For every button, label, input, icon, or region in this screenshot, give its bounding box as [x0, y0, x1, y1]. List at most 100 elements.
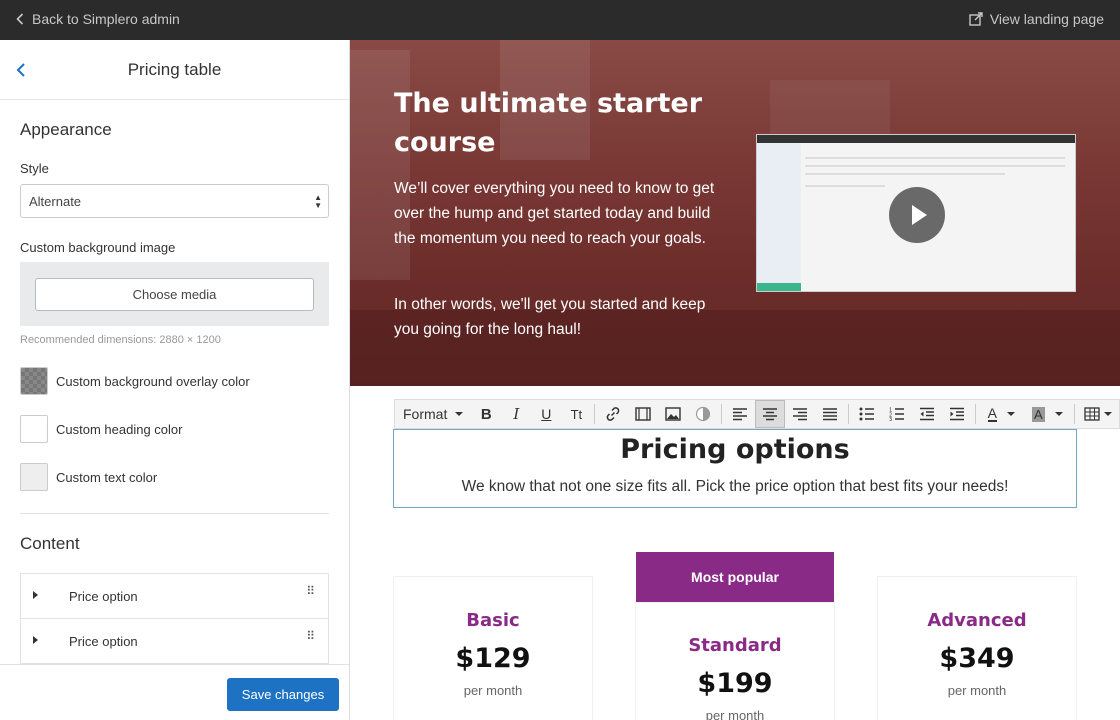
- highlight-color-icon[interactable]: A: [1023, 400, 1071, 428]
- numbered-list-icon[interactable]: 123: [882, 400, 912, 428]
- overlay-color-swatch[interactable]: [20, 367, 48, 395]
- heading-color-row: Custom heading color: [20, 415, 182, 443]
- list-item[interactable]: Price option ⠿: [21, 619, 328, 664]
- format-label: Format: [403, 406, 448, 422]
- format-dropdown[interactable]: Format: [395, 400, 471, 428]
- pricing-heading: Pricing options: [620, 434, 850, 465]
- outdent-icon[interactable]: [912, 400, 942, 428]
- price-option-label: Price option: [69, 634, 138, 649]
- drag-handle-icon[interactable]: ⠿: [306, 630, 315, 642]
- link-icon[interactable]: [598, 400, 628, 428]
- plan-price: $349: [939, 643, 1015, 674]
- overlay-color-label: Custom background overlay color: [56, 373, 250, 389]
- recommended-dimensions-hint: Recommended dimensions: 2880 × 1200: [20, 334, 221, 346]
- hero-title: The ultimate starter course: [394, 88, 703, 158]
- price-card-advanced: Advanced $349 per month: [878, 577, 1076, 720]
- heading-color-label: Custom heading color: [56, 421, 183, 437]
- text-color-row: Custom text color: [20, 463, 157, 491]
- chevron-left-icon: [16, 13, 24, 25]
- table-icon[interactable]: [1078, 400, 1118, 428]
- most-popular-badge: Most popular: [636, 552, 834, 603]
- contrast-icon[interactable]: [688, 400, 718, 428]
- drag-handle-icon[interactable]: ⠿: [306, 585, 315, 597]
- svg-text:3: 3: [889, 417, 892, 421]
- indent-icon[interactable]: [942, 400, 972, 428]
- background-image-label: Custom background image: [20, 240, 176, 255]
- align-left-icon[interactable]: [725, 400, 755, 428]
- back-to-admin-label: Back to Simplero admin: [32, 11, 180, 27]
- style-select-value: Alternate: [29, 194, 82, 209]
- underline-icon[interactable]: U: [531, 400, 561, 428]
- plan-period: per month: [705, 708, 765, 720]
- style-label: Style: [20, 161, 49, 176]
- plan-name: Basic: [466, 610, 520, 631]
- caret-down-icon: [1054, 412, 1063, 416]
- plan-price: $129: [455, 643, 531, 674]
- video-thumbnail-row: [805, 157, 1065, 159]
- toolbar-separator: [1074, 404, 1076, 424]
- image-icon[interactable]: [658, 400, 688, 428]
- video-player[interactable]: [756, 134, 1076, 292]
- align-center-icon[interactable]: [755, 400, 786, 428]
- video-thumbnail-header: [757, 135, 1075, 143]
- page-preview: The ultimate starter course We’ll cover …: [350, 40, 1120, 720]
- section-divider: [20, 513, 329, 514]
- hero-section: The ultimate starter course We’ll cover …: [350, 40, 1120, 386]
- choose-media-button[interactable]: Choose media: [35, 278, 314, 311]
- heading-color-swatch[interactable]: [20, 415, 48, 443]
- media-dropzone: Choose media: [20, 262, 329, 326]
- bullet-list-icon[interactable]: [852, 400, 882, 428]
- sidebar-header: Pricing table: [0, 40, 349, 100]
- pricing-subheading: We know that not one size fits all. Pick…: [461, 478, 1009, 495]
- plan-period: per month: [463, 683, 523, 698]
- caret-down-icon: [1104, 412, 1113, 416]
- save-changes-button[interactable]: Save changes: [227, 678, 339, 711]
- sidebar-footer: Save changes: [0, 664, 349, 720]
- plan-name: Advanced: [927, 610, 1027, 631]
- select-arrows-icon: ▲ ▼: [314, 193, 322, 210]
- toolbar-separator: [848, 404, 850, 424]
- plan-period: per month: [947, 683, 1007, 698]
- style-select[interactable]: Alternate ▲ ▼: [20, 184, 329, 218]
- expand-caret-icon[interactable]: [33, 591, 38, 599]
- pricing-heading-editor[interactable]: Pricing options We know that not one siz…: [393, 429, 1077, 508]
- price-card-standard: Standard $199 per month: [636, 603, 834, 720]
- video-thumbnail-sidebar: [757, 143, 801, 291]
- price-option-label: Price option: [69, 589, 138, 604]
- text-color-swatch[interactable]: [20, 463, 48, 491]
- caret-down-icon: [455, 412, 464, 416]
- play-icon[interactable]: [889, 187, 945, 243]
- top-bar: Back to Simplero admin View landing page: [0, 0, 1120, 40]
- back-to-admin-link[interactable]: Back to Simplero admin: [16, 11, 180, 27]
- text-color-label: Custom text color: [56, 469, 158, 485]
- video-thumbnail-accent: [757, 283, 801, 291]
- bold-icon[interactable]: B: [471, 400, 501, 428]
- font-color-icon[interactable]: A: [979, 400, 1023, 428]
- italic-icon[interactable]: I: [501, 400, 531, 428]
- appearance-heading: Appearance: [20, 120, 112, 139]
- video-thumbnail-row: [805, 173, 1005, 175]
- video-thumbnail-row: [805, 165, 1065, 167]
- align-justify-icon[interactable]: [815, 400, 845, 428]
- hero-paragraph: In other words, we'll get you started an…: [394, 296, 706, 338]
- video-thumbnail-row: [805, 185, 885, 187]
- price-option-list: Price option ⠿ Price option ⠿: [20, 573, 329, 664]
- view-landing-page-label: View landing page: [989, 11, 1104, 27]
- overlay-color-row: Custom background overlay color: [20, 367, 250, 395]
- caret-down-icon: [1007, 412, 1016, 416]
- toolbar-separator: [594, 404, 596, 424]
- external-link-icon: [969, 12, 983, 26]
- text-size-icon[interactable]: Tt: [561, 400, 591, 428]
- plan-name: Standard: [688, 635, 782, 656]
- content-heading: Content: [20, 534, 80, 553]
- align-right-icon[interactable]: [785, 400, 815, 428]
- toolbar-separator: [975, 404, 977, 424]
- plan-price: $199: [697, 668, 773, 699]
- sidebar-title: Pricing table: [127, 60, 222, 79]
- settings-sidebar: Pricing table Appearance Style Alternate…: [0, 40, 350, 720]
- video-icon[interactable]: [628, 400, 658, 428]
- list-item[interactable]: Price option ⠿: [21, 574, 328, 619]
- expand-caret-icon[interactable]: [33, 636, 38, 644]
- hero-paragraph: We’ll cover everything you need to know …: [394, 180, 715, 247]
- view-landing-page-link[interactable]: View landing page: [969, 11, 1104, 27]
